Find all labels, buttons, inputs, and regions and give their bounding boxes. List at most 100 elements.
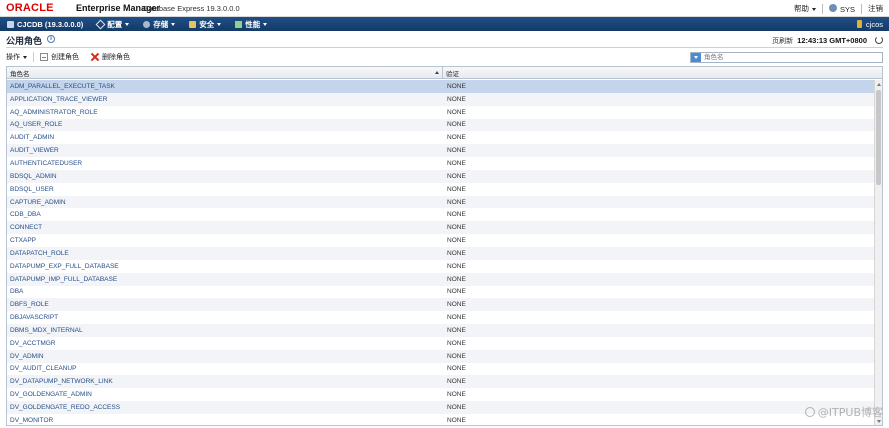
table-row[interactable]: AQ_ADMINISTRATOR_ROLE NONE — [7, 106, 875, 119]
role-name-link[interactable]: ADM_PARALLEL_EXECUTE_TASK — [7, 80, 443, 93]
table-row[interactable]: CONNECT NONE — [7, 221, 875, 235]
create-role-button[interactable]: 创建角色 — [40, 52, 79, 62]
column-header-label: 验证 — [446, 70, 459, 78]
role-name-link[interactable]: AUTHENTICATEDUSER — [7, 157, 443, 170]
role-name-link[interactable]: DV_GOLDENGATE_REDO_ACCESS — [7, 401, 443, 414]
scroll-down-icon[interactable] — [876, 420, 881, 423]
role-name-link[interactable]: DV_GOLDENGATE_ADMIN — [7, 388, 443, 401]
table-row[interactable]: BDSQL_USER NONE — [7, 183, 875, 196]
role-name-link[interactable]: AUDIT_ADMIN — [7, 131, 443, 144]
page-refreshed: 页刷新 12:43:13 GMT+0800 — [772, 36, 867, 46]
role-name-link[interactable]: DATAPUMP_EXP_FULL_DATABASE — [7, 260, 443, 273]
table-row[interactable]: DBA NONE — [7, 286, 875, 299]
table-row[interactable]: CTXAPP NONE — [7, 234, 875, 247]
nav-security-menu[interactable]: 安全 — [182, 17, 228, 31]
table-row[interactable]: DBMS_MDX_INTERNAL NONE — [7, 324, 875, 337]
help-menu[interactable]: 帮助 — [794, 3, 816, 14]
scrollbar-thumb[interactable] — [876, 90, 881, 185]
info-icon[interactable]: i — [47, 35, 55, 43]
nav-item-label: 安全 — [199, 19, 215, 29]
table-row[interactable]: DATAPUMP_EXP_FULL_DATABASE NONE — [7, 260, 875, 273]
nav-db-home[interactable]: CJCDB (19.3.0.0.0) — [0, 17, 90, 31]
search-box — [690, 51, 883, 63]
role-name-link[interactable]: DBJAVASCRIPT — [7, 311, 443, 324]
table-row[interactable]: DBFS_ROLE NONE — [7, 298, 875, 312]
authentication-cell: NONE — [447, 365, 466, 373]
nav-db-label: CJCDB (19.3.0.0.0) — [17, 19, 84, 29]
role-name-link[interactable]: CAPTURE_ADMIN — [7, 196, 443, 209]
role-name-link[interactable]: DBFS_ROLE — [7, 298, 443, 311]
role-name-link[interactable]: DV_MONITOR — [7, 414, 443, 425]
role-name-link[interactable]: CONNECT — [7, 221, 443, 234]
scroll-up-icon[interactable] — [876, 83, 881, 86]
authentication-cell: NONE — [447, 237, 466, 245]
watermark: @ITPUB博客 — [804, 404, 883, 420]
role-name-link[interactable]: AUDIT_VIEWER — [7, 144, 443, 157]
toolbar: 操作 创建角色 删除角色 — [6, 51, 883, 63]
table-row[interactable]: DV_GOLDENGATE_ADMIN NONE — [7, 388, 875, 401]
role-name-link[interactable]: BDSQL_ADMIN — [7, 170, 443, 183]
role-name-link[interactable]: APPLICATION_TRACE_VIEWER — [7, 93, 443, 106]
table-row[interactable]: AUDIT_VIEWER NONE — [7, 144, 875, 158]
table-row[interactable]: DV_MONITOR NONE — [7, 414, 875, 425]
authentication-cell: NONE — [447, 314, 466, 322]
search-filter-dropdown[interactable] — [691, 52, 701, 62]
table-row[interactable]: BDSQL_ADMIN NONE — [7, 169, 875, 183]
authentication-cell: NONE — [447, 275, 466, 283]
table-row[interactable]: DATAPATCH_ROLE NONE — [7, 246, 875, 260]
authentication-cell: NONE — [447, 339, 466, 347]
nav-item-label: 配置 — [107, 19, 123, 29]
column-header-authentication[interactable]: 验证 — [443, 67, 875, 78]
role-name-link[interactable]: CTXAPP — [7, 234, 443, 247]
table-row[interactable]: DV_AUDIT_CLEANUP NONE — [7, 363, 875, 376]
role-name-link[interactable]: AQ_USER_ROLE — [7, 119, 443, 132]
role-name-link[interactable]: DBA — [7, 286, 443, 299]
table-row[interactable]: DBJAVASCRIPT NONE — [7, 311, 875, 324]
authentication-cell: NONE — [447, 224, 466, 232]
authentication-cell: NONE — [447, 262, 466, 270]
role-name-link[interactable]: DV_DATAPUMP_NETWORK_LINK — [7, 375, 443, 388]
role-name-link[interactable]: DV_ADMIN — [7, 350, 443, 363]
nav-storage-menu[interactable]: 存储 — [136, 17, 182, 31]
role-name-link[interactable]: CDB_DBA — [7, 208, 443, 221]
table-row[interactable]: AQ_USER_ROLE NONE — [7, 118, 875, 132]
nav-config-menu[interactable]: 配置 — [90, 17, 136, 31]
nav-performance-menu[interactable]: 性能 — [228, 17, 274, 31]
table-row[interactable]: AUTHENTICATEDUSER NONE — [7, 157, 875, 170]
search-input[interactable] — [701, 52, 881, 62]
column-header-role-name[interactable]: 角色名 — [7, 67, 443, 78]
vertical-scrollbar[interactable] — [874, 80, 882, 425]
brand-bar: ORACLE Enterprise Manager Database Expre… — [0, 0, 889, 17]
user-menu[interactable]: SYS — [828, 3, 855, 14]
table-row[interactable]: ADM_PARALLEL_EXECUTE_TASK NONE — [7, 80, 875, 93]
role-name-link[interactable]: DATAPATCH_ROLE — [7, 247, 443, 260]
table-row[interactable]: DATAPUMP_IMP_FULL_DATABASE NONE — [7, 272, 875, 286]
role-name-link[interactable]: BDSQL_USER — [7, 183, 443, 196]
delete-role-button[interactable]: 删除角色 — [91, 52, 130, 62]
authentication-cell: NONE — [447, 185, 466, 193]
authentication-cell: NONE — [447, 391, 466, 399]
container-indicator[interactable]: cjcos — [856, 20, 889, 29]
table-row[interactable]: CAPTURE_ADMIN NONE — [7, 195, 875, 209]
role-name-link[interactable]: DATAPUMP_IMP_FULL_DATABASE — [7, 273, 443, 286]
authentication-cell: NONE — [447, 378, 466, 386]
table-row[interactable]: DV_GOLDENGATE_REDO_ACCESS NONE — [7, 401, 875, 414]
refresh-icon[interactable] — [875, 36, 883, 44]
actions-menu[interactable]: 操作 — [6, 52, 34, 62]
product-subtitle: Database Express 19.3.0.0.0 — [143, 4, 240, 13]
authentication-cell: NONE — [447, 301, 466, 309]
table-row[interactable]: APPLICATION_TRACE_VIEWER NONE — [7, 92, 875, 106]
table-row[interactable]: DV_ADMIN NONE — [7, 349, 875, 363]
divider — [861, 3, 862, 14]
role-name-link[interactable]: DV_AUDIT_CLEANUP — [7, 363, 443, 376]
table-row[interactable]: CDB_DBA NONE — [7, 208, 875, 221]
refreshed-time: 12:43:13 GMT+0800 — [797, 36, 867, 45]
role-name-link[interactable]: DV_ACCTMGR — [7, 337, 443, 350]
table-row[interactable]: DV_DATAPUMP_NETWORK_LINK NONE — [7, 375, 875, 389]
logout-link[interactable]: 注销 — [868, 3, 883, 14]
table-row[interactable]: AUDIT_ADMIN NONE — [7, 131, 875, 144]
table-row[interactable]: DV_ACCTMGR NONE — [7, 337, 875, 350]
role-name-link[interactable]: AQ_ADMINISTRATOR_ROLE — [7, 106, 443, 119]
role-name-link[interactable]: DBMS_MDX_INTERNAL — [7, 324, 443, 337]
user-label: SYS — [839, 4, 855, 14]
